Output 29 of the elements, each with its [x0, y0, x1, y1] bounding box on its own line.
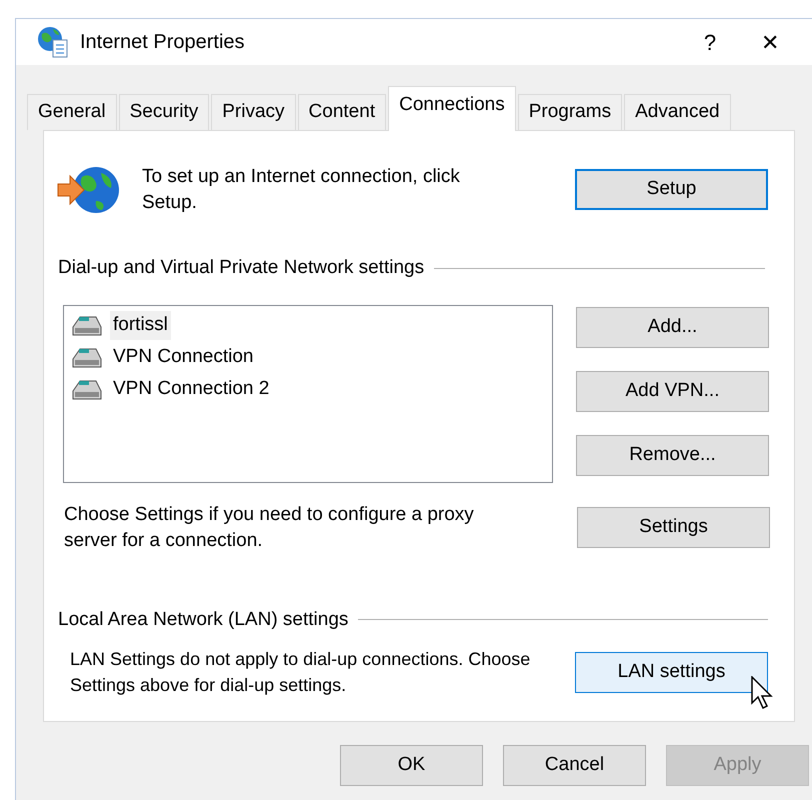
setup-instructions: To set up an Internet connection, click Setup. — [142, 164, 461, 214]
proxy-instructions: Choose Settings if you need to configure a proxy server for a connection. — [64, 502, 475, 552]
dialog-button[interactable]: Remove... — [576, 434, 769, 476]
close-button[interactable]: ✕ — [740, 26, 800, 58]
connection-item[interactable]: VPN Connection 2 — [110, 375, 272, 404]
section-heading: Dial-up and Virtual Private Network settings — [58, 256, 424, 280]
connection-item[interactable]: fortissl — [110, 311, 171, 340]
tab[interactable]: Content — [298, 94, 386, 130]
globe-document-icon — [36, 25, 70, 59]
tab[interactable]: Connections — [388, 86, 516, 131]
tab[interactable]: Advanced — [624, 94, 731, 130]
dialog-button[interactable]: OK — [340, 745, 483, 786]
globe-arrow-icon — [56, 164, 122, 214]
dialog-button[interactable]: Add VPN... — [576, 370, 769, 412]
tab[interactable]: Programs — [518, 94, 622, 130]
connection-item[interactable]: VPN Connection — [110, 343, 256, 372]
tab[interactable]: Security — [118, 94, 210, 130]
settings-button[interactable]: Settings — [577, 507, 770, 548]
dialog-button[interactable]: Cancel — [503, 745, 646, 786]
lan-instructions: LAN Settings do not apply to dial-up connections. Choose Settings above for dial-up settings. — [70, 648, 532, 697]
section-heading: Local Area Network (LAN) settings — [58, 608, 348, 632]
tab[interactable]: Privacy — [211, 94, 296, 130]
mouse-pointer-icon — [751, 676, 773, 710]
help-button[interactable]: ? — [680, 26, 740, 58]
setup-button[interactable]: Setup — [575, 169, 768, 210]
tab[interactable]: General — [27, 94, 117, 130]
lan-settings-button[interactable]: LAN settings — [575, 652, 768, 692]
window-title: Internet Properties — [80, 30, 245, 55]
dialog-button[interactable]: Add... — [576, 306, 769, 348]
